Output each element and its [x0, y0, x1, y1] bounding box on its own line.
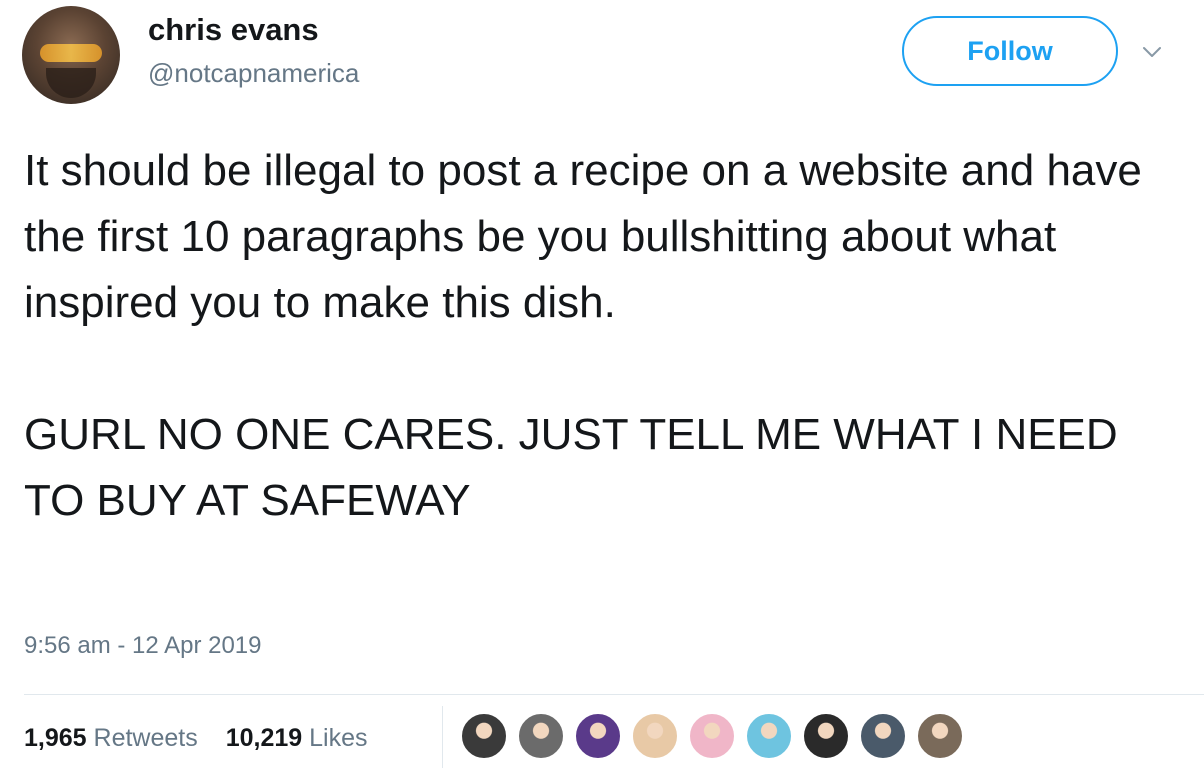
liker-avatar[interactable] — [574, 712, 622, 760]
liker-avatar[interactable] — [631, 712, 679, 760]
likes-count: 10,219 — [225, 724, 303, 752]
profile-avatar[interactable] — [22, 6, 120, 104]
liker-avatar[interactable] — [916, 712, 964, 760]
avatar-sunglasses — [40, 44, 102, 62]
tweet-stats: 1,965 Retweets 10,219 Likes — [24, 724, 368, 753]
tweet-timestamp[interactable]: 9:56 am - 12 Apr 2019 — [24, 632, 262, 660]
retweets-count: 1,965 — [24, 724, 87, 752]
retweets-label: Retweets — [93, 724, 198, 752]
stats-separator — [442, 706, 443, 768]
retweets-stat[interactable]: 1,965 Retweets — [24, 724, 198, 753]
liker-avatar[interactable] — [745, 712, 793, 760]
likes-stat[interactable]: 10,219 Likes — [226, 724, 368, 753]
liker-avatar[interactable] — [517, 712, 565, 760]
likes-label: Likes — [309, 724, 368, 752]
tweet-paragraph-1: It should be illegal to post a recipe on… — [24, 146, 1142, 327]
liker-avatar[interactable] — [802, 712, 850, 760]
chevron-down-icon[interactable] — [1140, 40, 1164, 64]
tweet-text: It should be illegal to post a recipe on… — [24, 138, 1184, 534]
liker-avatar[interactable] — [859, 712, 907, 760]
divider — [24, 694, 1204, 695]
follow-button[interactable]: Follow — [902, 16, 1118, 86]
user-handle[interactable]: @notcapnamerica — [148, 58, 359, 89]
avatar-beard — [46, 68, 96, 98]
tweet-paragraph-2: GURL NO ONE CARES. JUST TELL ME WHAT I N… — [24, 410, 1118, 525]
liker-avatar[interactable] — [688, 712, 736, 760]
display-name[interactable]: chris evans — [148, 12, 319, 48]
liker-avatar[interactable] — [460, 712, 508, 760]
liker-avatars — [460, 712, 973, 760]
